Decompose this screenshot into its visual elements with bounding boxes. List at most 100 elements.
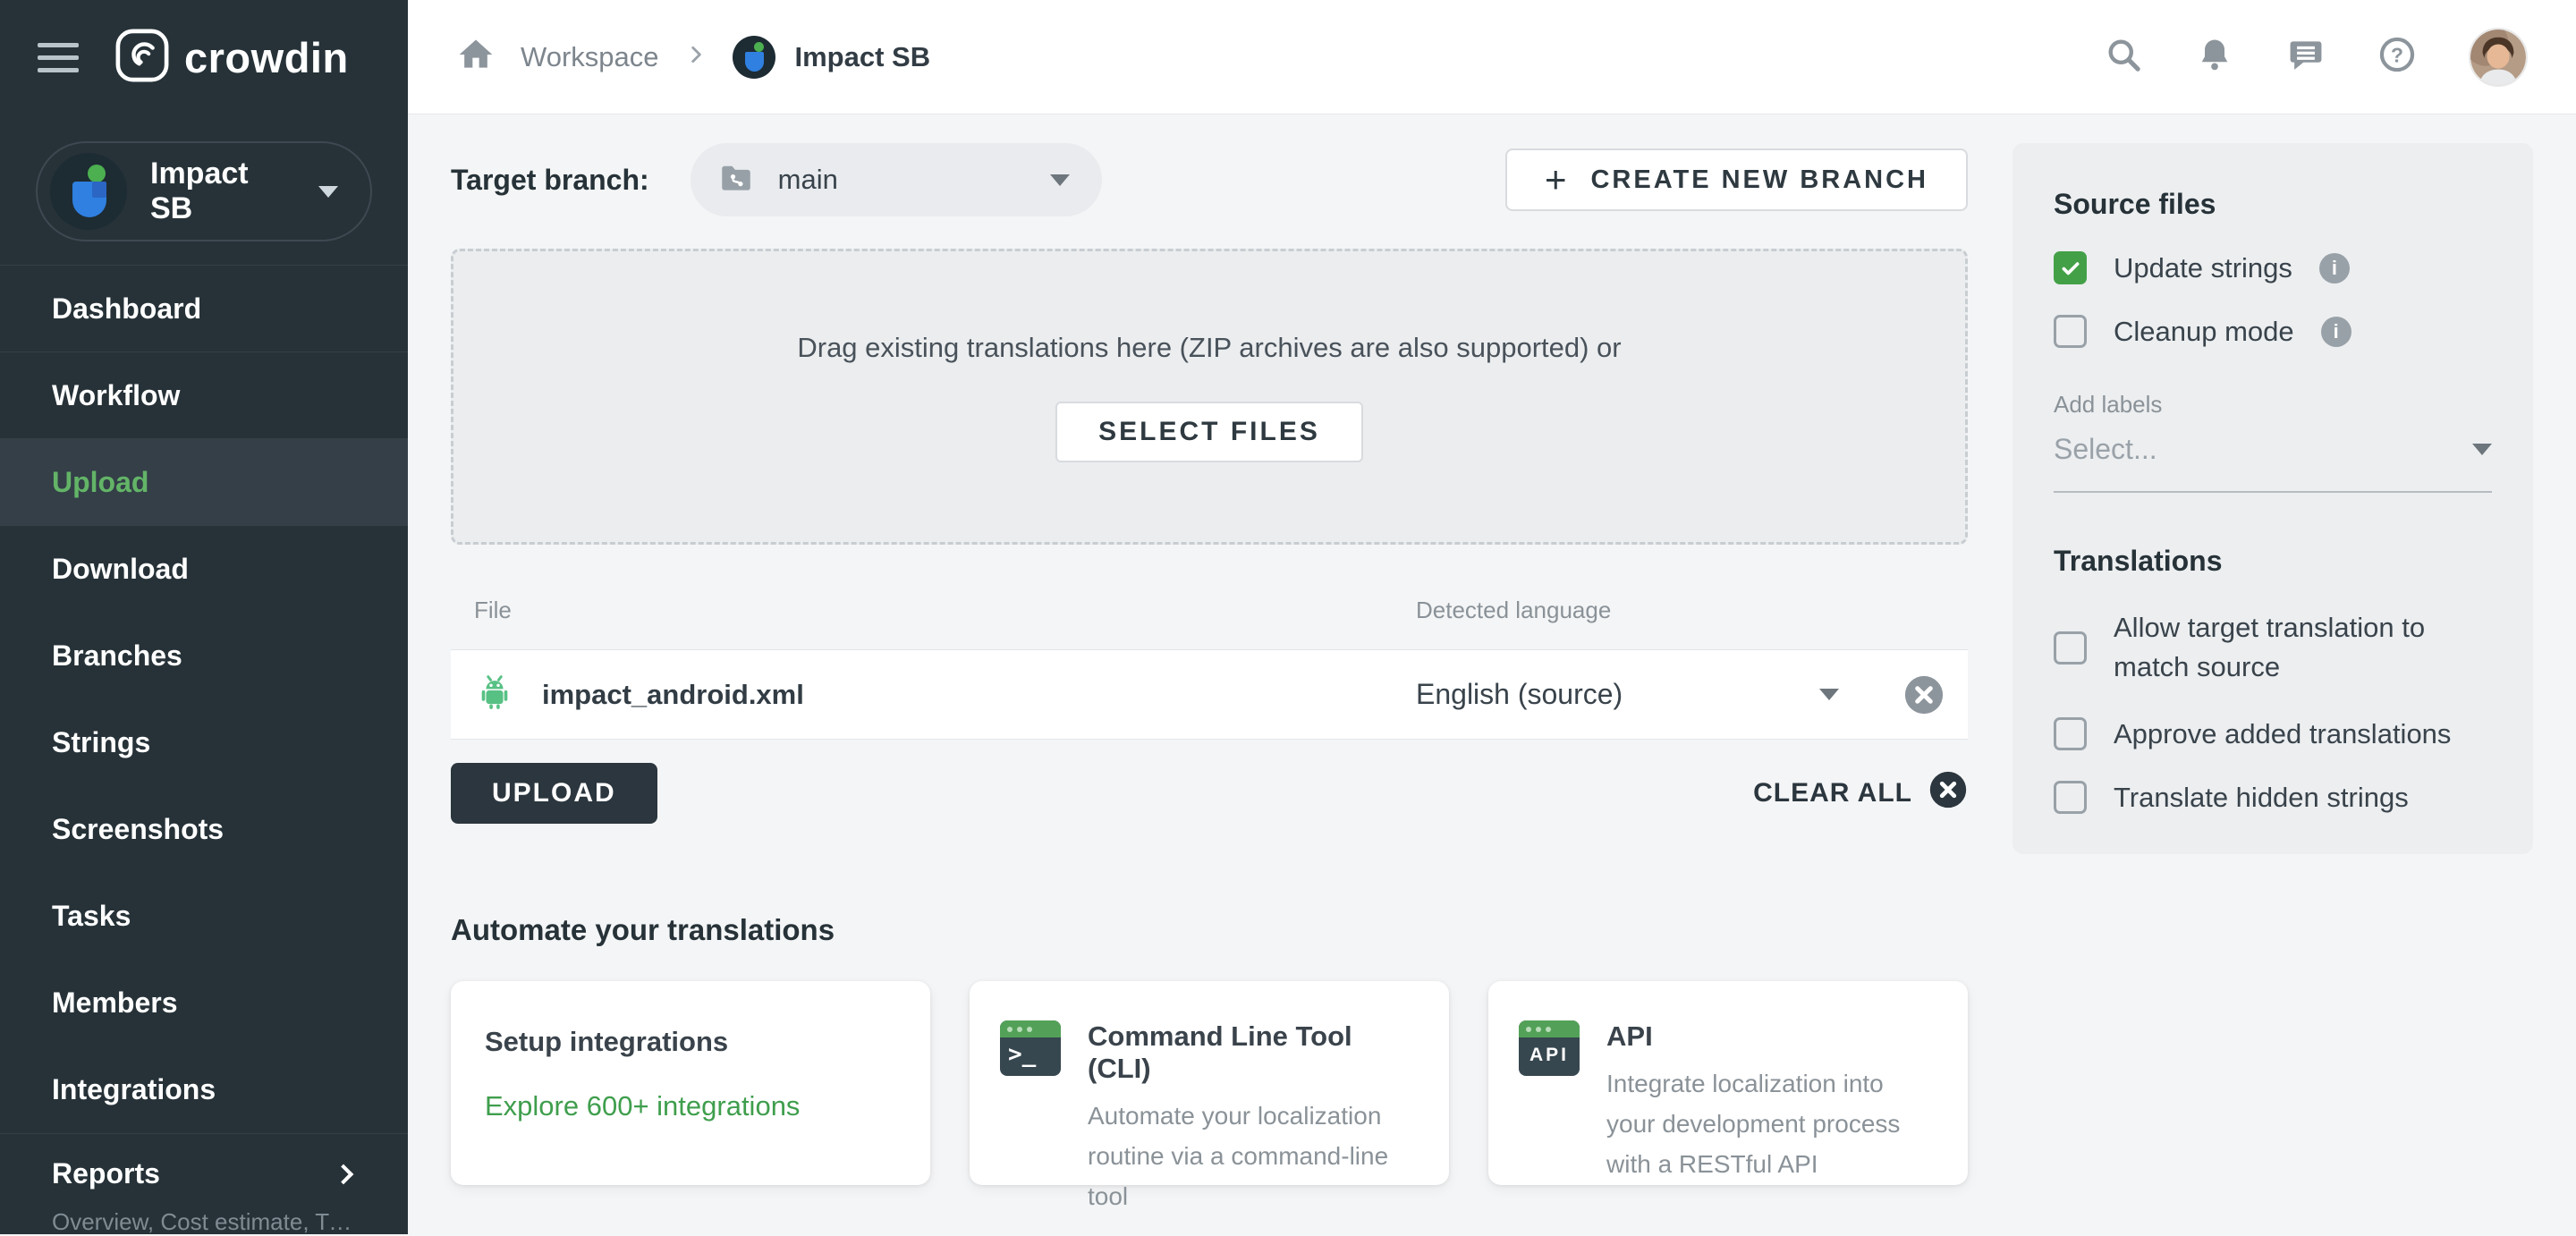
reports-sublabel: Overview, Cost estimate, Transl… bbox=[52, 1208, 356, 1235]
option-update-strings: Update strings i bbox=[2054, 251, 2492, 284]
main-content: Target branch: main + CREATE NEW BRANCH … bbox=[408, 115, 2576, 1234]
plus-icon: + bbox=[1544, 158, 1570, 200]
approve-added-checkbox[interactable] bbox=[2054, 717, 2087, 750]
clear-all-label: CLEAR ALL bbox=[1753, 778, 1912, 808]
topbar-actions: ? bbox=[2104, 27, 2528, 87]
project-switcher[interactable]: Impact SB bbox=[36, 141, 372, 241]
card-api[interactable]: API API Integrate localization into your… bbox=[1488, 981, 1968, 1185]
breadcrumb-separator-icon bbox=[684, 43, 708, 71]
sidebar-item-label: Members bbox=[52, 986, 178, 1019]
sidebar: crowdin Impact SB Dashboard Workflow Upl… bbox=[0, 0, 408, 1236]
upload-button[interactable]: UPLOAD bbox=[451, 763, 657, 824]
sidebar-item-upload[interactable]: Upload bbox=[0, 439, 408, 526]
sidebar-item-label: Tasks bbox=[52, 900, 131, 932]
sidebar-item-dashboard[interactable]: Dashboard bbox=[0, 266, 408, 352]
cleanup-mode-checkbox[interactable] bbox=[2054, 315, 2087, 348]
sidebar-top: crowdin bbox=[0, 0, 408, 114]
user-avatar[interactable] bbox=[2469, 27, 2528, 87]
sidebar-item-label: Workflow bbox=[52, 378, 181, 411]
sidebar-item-workflow[interactable]: Workflow bbox=[0, 352, 408, 439]
sidebar-item-label: Upload bbox=[52, 466, 149, 498]
crowdin-logo-icon bbox=[114, 28, 170, 88]
info-icon[interactable]: i bbox=[2318, 252, 2350, 284]
menu-icon[interactable] bbox=[38, 42, 79, 72]
home-icon[interactable] bbox=[456, 35, 496, 79]
create-new-branch-button[interactable]: + CREATE NEW BRANCH bbox=[1504, 148, 1968, 211]
search-icon[interactable] bbox=[2104, 35, 2143, 79]
chevron-down-icon[interactable] bbox=[1819, 689, 1839, 700]
sidebar-item-strings[interactable]: Strings bbox=[0, 699, 408, 786]
reports-label: Reports bbox=[52, 1157, 160, 1189]
sidebar-item-branches[interactable]: Branches bbox=[0, 613, 408, 699]
sidebar-item-tasks[interactable]: Tasks bbox=[0, 873, 408, 960]
clear-all-button[interactable]: CLEAR ALL bbox=[1753, 770, 1968, 817]
option-label: Translate hidden strings bbox=[2114, 781, 2409, 813]
sidebar-item-label: Screenshots bbox=[52, 813, 225, 845]
update-strings-checkbox[interactable] bbox=[2054, 251, 2087, 284]
option-label: Approve added translations bbox=[2114, 717, 2452, 749]
info-icon[interactable]: i bbox=[2320, 316, 2351, 347]
sidebar-item-download[interactable]: Download bbox=[0, 526, 408, 613]
help-icon[interactable]: ? bbox=[2377, 35, 2417, 79]
upload-actions-row: UPLOAD CLEAR ALL bbox=[451, 763, 1968, 824]
card-cli[interactable]: >_ Command Line Tool (CLI) Automate your… bbox=[970, 981, 1449, 1210]
option-translate-hidden: Translate hidden strings bbox=[2054, 781, 2492, 814]
card-setup-integrations[interactable]: Setup integrations Explore 600+ integrat… bbox=[451, 981, 930, 1185]
select-files-button[interactable]: SELECT FILES bbox=[1055, 401, 1363, 462]
translations-title: Translations bbox=[2054, 545, 2223, 577]
detected-language-value[interactable]: English (source) bbox=[1416, 678, 1623, 711]
explore-integrations-link[interactable]: Explore 600+ integrations bbox=[485, 1090, 800, 1122]
sidebar-item-label: Strings bbox=[52, 726, 151, 758]
labels-select-placeholder: Select... bbox=[2054, 433, 2157, 465]
file-table-header: File Detected language bbox=[451, 597, 1968, 649]
chat-icon[interactable] bbox=[2286, 35, 2326, 79]
table-row: impact_android.xml English (source) bbox=[451, 649, 1968, 740]
file-name: impact_android.xml bbox=[542, 678, 804, 710]
sidebar-item-label: Dashboard bbox=[52, 292, 202, 325]
android-icon bbox=[474, 673, 515, 717]
target-branch-label: Target branch: bbox=[451, 163, 649, 196]
sidebar-item-reports[interactable]: Reports Overview, Cost estimate, Transl… bbox=[0, 1133, 408, 1236]
sidebar-item-label: Download bbox=[52, 553, 189, 585]
breadcrumb-workspace[interactable]: Workspace bbox=[521, 41, 659, 73]
sidebar-item-integrations[interactable]: Integrations bbox=[0, 1046, 408, 1133]
api-icon: API bbox=[1519, 1020, 1580, 1076]
upload-settings-panel: Source files Update strings i Cleanup mo… bbox=[2012, 143, 2533, 854]
remove-file-button[interactable] bbox=[1903, 674, 1945, 715]
labels-select[interactable]: Select... bbox=[2054, 433, 2492, 493]
chevron-down-icon bbox=[2472, 444, 2492, 455]
chevron-right-icon bbox=[333, 1164, 354, 1184]
option-allow-match-source: Allow target translation to match source bbox=[2054, 608, 2492, 687]
card-title: Setup integrations bbox=[485, 1026, 729, 1057]
breadcrumb-project[interactable]: Impact SB bbox=[732, 35, 930, 79]
card-description: Integrate localization into your develop… bbox=[1606, 1070, 1901, 1178]
option-label: Allow target translation to match source bbox=[2114, 612, 2426, 682]
column-header-language: Detected language bbox=[1416, 597, 1612, 623]
project-avatar bbox=[732, 35, 775, 79]
option-approve-added: Approve added translations bbox=[2054, 717, 2492, 750]
sidebar-nav: Dashboard Workflow Upload Download Branc… bbox=[0, 265, 408, 1133]
brand-wordmark: crowdin bbox=[184, 33, 349, 81]
clear-all-x-icon bbox=[1928, 770, 1968, 817]
file-dropzone[interactable]: Drag existing translations here (ZIP arc… bbox=[451, 249, 1968, 545]
card-title: API bbox=[1606, 1020, 1653, 1052]
source-files-title: Source files bbox=[2054, 188, 2216, 220]
branch-select[interactable]: main bbox=[690, 143, 1102, 216]
sidebar-item-members[interactable]: Members bbox=[0, 960, 408, 1046]
crowdin-logo[interactable]: crowdin bbox=[114, 28, 349, 88]
topbar: Workspace Impact SB ? bbox=[408, 0, 2576, 114]
option-cleanup-mode: Cleanup mode i bbox=[2054, 315, 2492, 348]
create-branch-label: CREATE NEW BRANCH bbox=[1590, 165, 1928, 194]
allow-match-source-checkbox[interactable] bbox=[2054, 631, 2087, 665]
add-labels-label: Add labels bbox=[2054, 391, 2163, 418]
translate-hidden-checkbox[interactable] bbox=[2054, 781, 2087, 814]
sidebar-item-screenshots[interactable]: Screenshots bbox=[0, 786, 408, 873]
card-title: Command Line Tool (CLI) bbox=[1088, 1020, 1352, 1084]
bell-icon[interactable] bbox=[2195, 35, 2234, 79]
uploaded-files-table: File Detected language impact_android.xm… bbox=[451, 597, 1968, 740]
project-name: Impact SB bbox=[150, 157, 249, 225]
dropzone-hint: Drag existing translations here (ZIP arc… bbox=[797, 331, 1622, 363]
card-description: Automate your localization routine via a… bbox=[1088, 1102, 1389, 1210]
selected-branch: main bbox=[777, 164, 838, 195]
branch-folder-icon bbox=[717, 159, 755, 201]
